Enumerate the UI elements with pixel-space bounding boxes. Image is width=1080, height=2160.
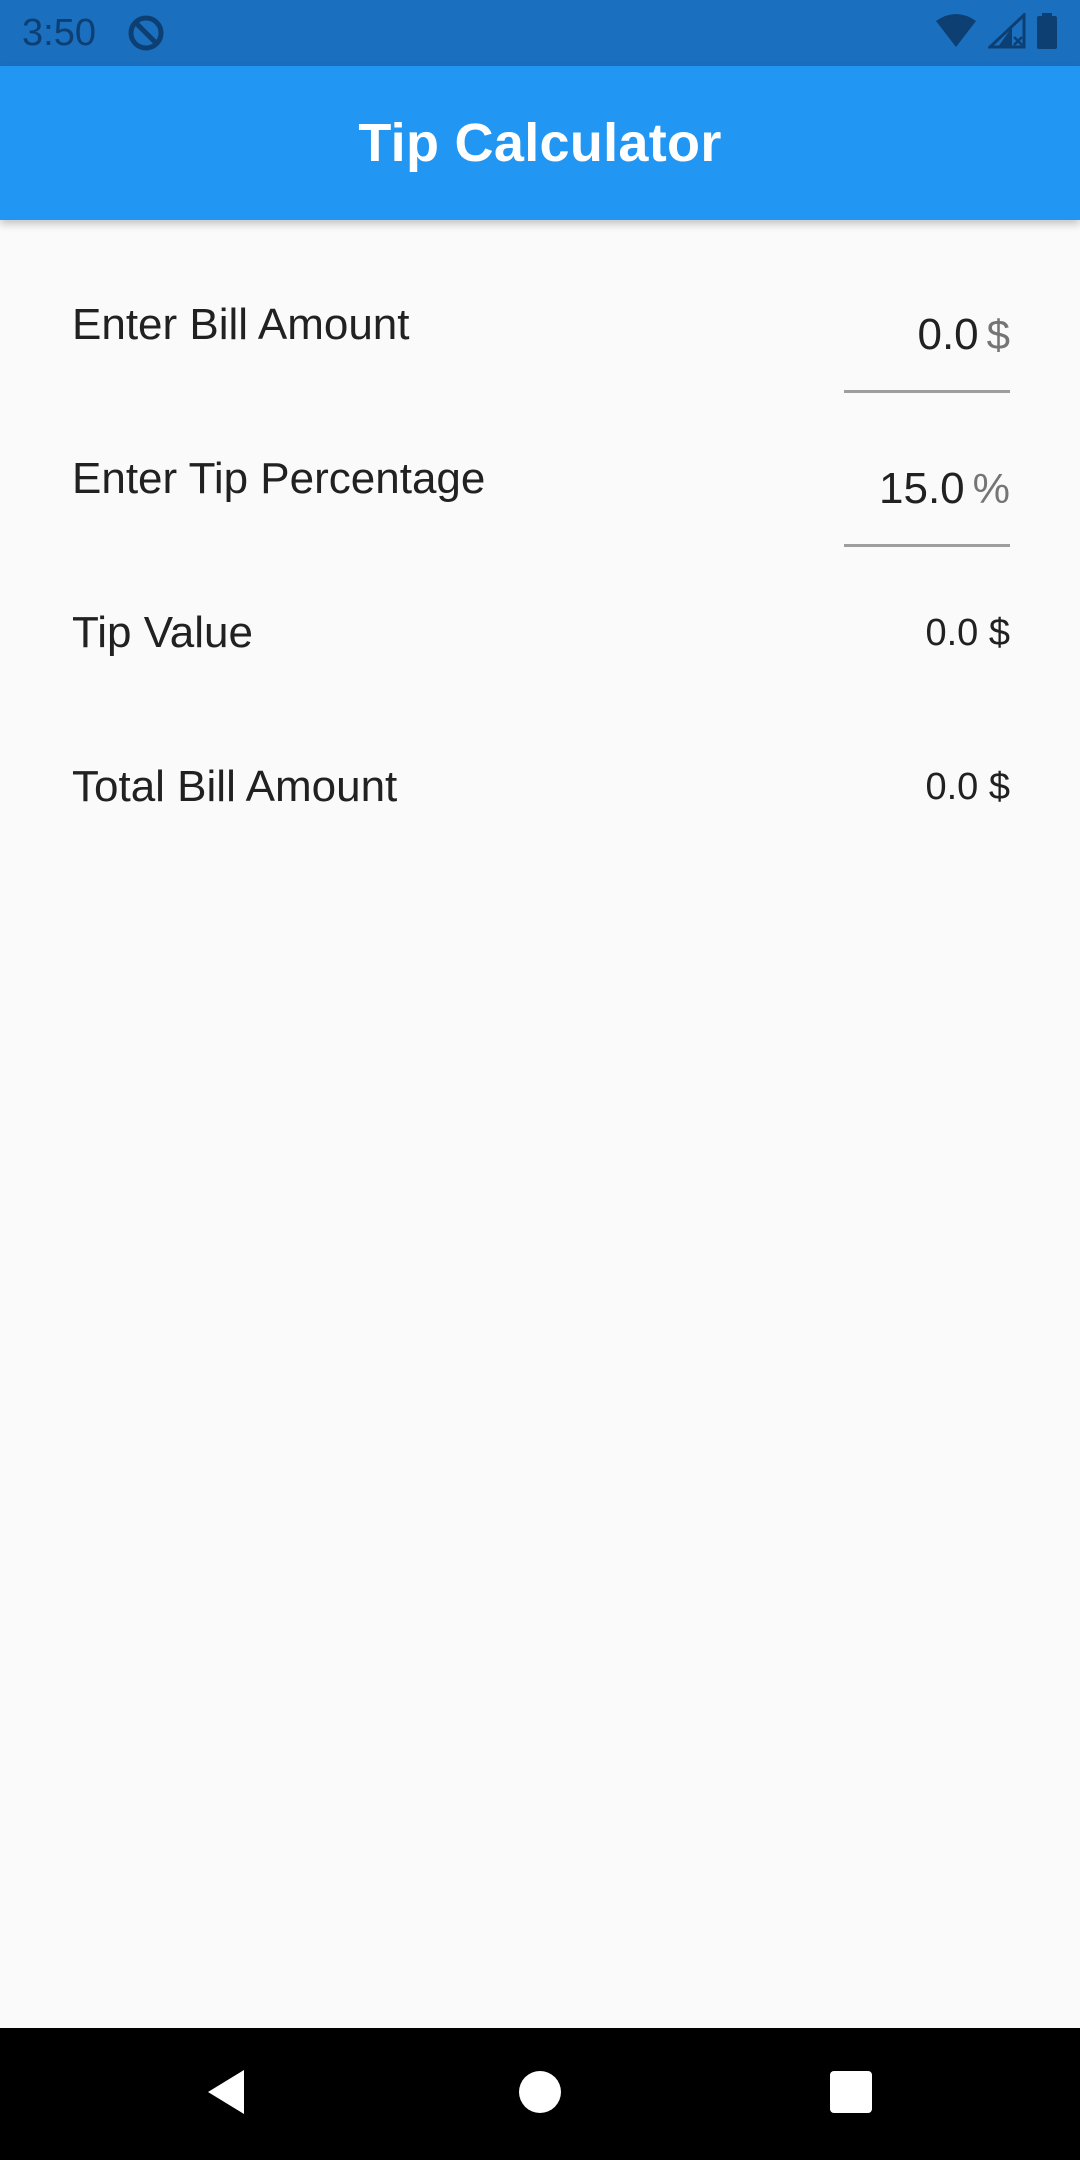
bill-amount-label: Enter Bill Amount <box>72 300 410 349</box>
status-time: 3:50 <box>22 12 96 54</box>
tip-value-label: Tip Value <box>72 608 253 657</box>
back-icon <box>204 2067 248 2122</box>
bill-amount-row: Enter Bill Amount 0.0 $ <box>72 270 1010 393</box>
status-icons <box>934 11 1058 54</box>
tip-value-row: Tip Value 0.0 $ <box>72 578 1010 698</box>
battery-icon <box>1036 12 1058 54</box>
tip-percentage-suffix: % <box>972 465 1010 512</box>
tip-percentage-row: Enter Tip Percentage 15.0 % <box>72 424 1010 547</box>
wifi-icon <box>934 13 978 54</box>
recents-button[interactable] <box>785 2028 917 2160</box>
bill-amount-value[interactable]: 0.0 <box>917 305 978 365</box>
status-bar: 3:50 <box>0 0 1080 66</box>
total-bill-amount: 0.0 $ <box>925 766 1010 808</box>
recents-icon <box>829 2070 873 2119</box>
app-bar: Tip Calculator <box>0 66 1080 220</box>
tip-percentage-value[interactable]: 15.0 <box>879 459 965 519</box>
home-button[interactable] <box>474 2028 606 2160</box>
bill-amount-suffix: $ <box>986 311 1010 358</box>
home-icon <box>518 2070 562 2119</box>
total-bill-label: Total Bill Amount <box>72 762 398 811</box>
total-bill-row: Total Bill Amount 0.0 $ <box>72 732 1010 852</box>
tip-percentage-label: Enter Tip Percentage <box>72 454 486 503</box>
page-title: Tip Calculator <box>358 113 722 173</box>
navigation-bar <box>0 2028 1080 2160</box>
tip-percentage-input[interactable]: 15.0 % <box>844 434 1010 547</box>
app-notification-icon <box>126 13 166 53</box>
back-button[interactable] <box>160 2028 292 2160</box>
signal-icon <box>986 11 1026 54</box>
tip-value-amount: 0.0 $ <box>925 612 1010 654</box>
bill-amount-input[interactable]: 0.0 $ <box>844 280 1010 393</box>
